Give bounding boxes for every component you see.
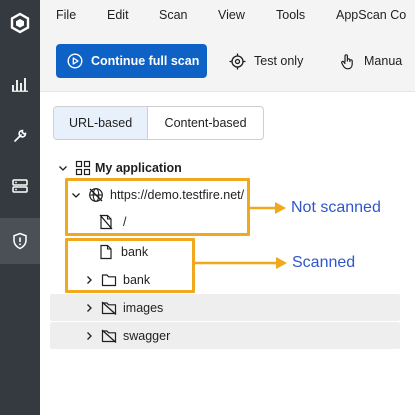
left-rail	[0, 0, 40, 415]
tree-node-label: swagger	[123, 329, 171, 343]
test-only-label: Test only	[254, 54, 304, 68]
tree-site-label: https://demo.testfire.net/	[110, 188, 245, 202]
menu-file[interactable]: File	[56, 8, 76, 22]
server-icon[interactable]	[0, 168, 40, 204]
dashboard-chart-icon[interactable]	[0, 66, 40, 102]
tree-node[interactable]: swagger	[83, 325, 170, 347]
menu-bar: File Edit Scan View Tools AppScan Co	[40, 0, 415, 30]
menu-appscan[interactable]: AppScan Co	[336, 8, 406, 22]
tree-node-label: /	[123, 215, 127, 229]
application-tree-icon	[75, 160, 91, 176]
tree-node[interactable]: bank	[99, 241, 148, 263]
menu-view[interactable]: View	[218, 8, 245, 22]
tree-node-label: bank	[121, 245, 149, 259]
menu-tools[interactable]: Tools	[276, 8, 305, 22]
tree-node[interactable]: images	[83, 297, 163, 319]
tree-root-node[interactable]: My application	[57, 157, 182, 179]
scanned-label: Scanned	[292, 254, 356, 271]
tree-node[interactable]: /	[99, 211, 126, 233]
folder-not-scanned-icon	[101, 329, 117, 343]
test-only-button[interactable]: Test only	[229, 44, 303, 78]
shield-icon[interactable]	[0, 218, 40, 264]
menu-edit[interactable]: Edit	[107, 8, 129, 22]
tree-node-label: images	[123, 301, 164, 315]
page-icon	[100, 244, 112, 260]
chevron-right-icon[interactable]	[83, 274, 95, 286]
crosshair-icon	[229, 53, 246, 69]
toolbar: Continue full scan Test only Manua	[40, 30, 415, 92]
chevron-right-icon[interactable]	[83, 302, 95, 314]
url-based-option[interactable]: URL-based	[54, 107, 149, 139]
wrench-icon[interactable]	[0, 118, 40, 154]
chevron-down-icon[interactable]	[70, 189, 82, 201]
chevron-right-icon[interactable]	[83, 330, 95, 342]
manual-explore-button[interactable]: Manua	[340, 44, 402, 78]
tree-site-node[interactable]: https://demo.testfire.net/	[70, 184, 244, 206]
continue-full-scan-button[interactable]: Continue full scan	[56, 44, 207, 78]
globe-not-scanned-icon	[89, 188, 103, 202]
hand-pointer-icon	[341, 53, 353, 69]
view-mode-toggle: URL-based Content-based	[53, 106, 264, 140]
manual-explore-label: Manua	[364, 54, 403, 68]
not-scanned-label: Not scanned	[291, 199, 381, 216]
continue-full-scan-label: Continue full scan	[91, 54, 200, 68]
content-based-option[interactable]: Content-based	[148, 107, 263, 139]
play-circle-icon	[67, 53, 83, 69]
folder-icon	[101, 274, 117, 287]
tree-node[interactable]: bank	[83, 269, 150, 291]
tree-root-label: My application	[95, 161, 182, 175]
appscan-logo-icon	[0, 4, 40, 42]
folder-not-scanned-icon	[101, 301, 117, 315]
menu-scan[interactable]: Scan	[159, 8, 188, 22]
page-not-scanned-icon	[99, 214, 113, 230]
tree-node-label: bank	[123, 273, 151, 287]
chevron-down-icon[interactable]	[57, 162, 69, 174]
